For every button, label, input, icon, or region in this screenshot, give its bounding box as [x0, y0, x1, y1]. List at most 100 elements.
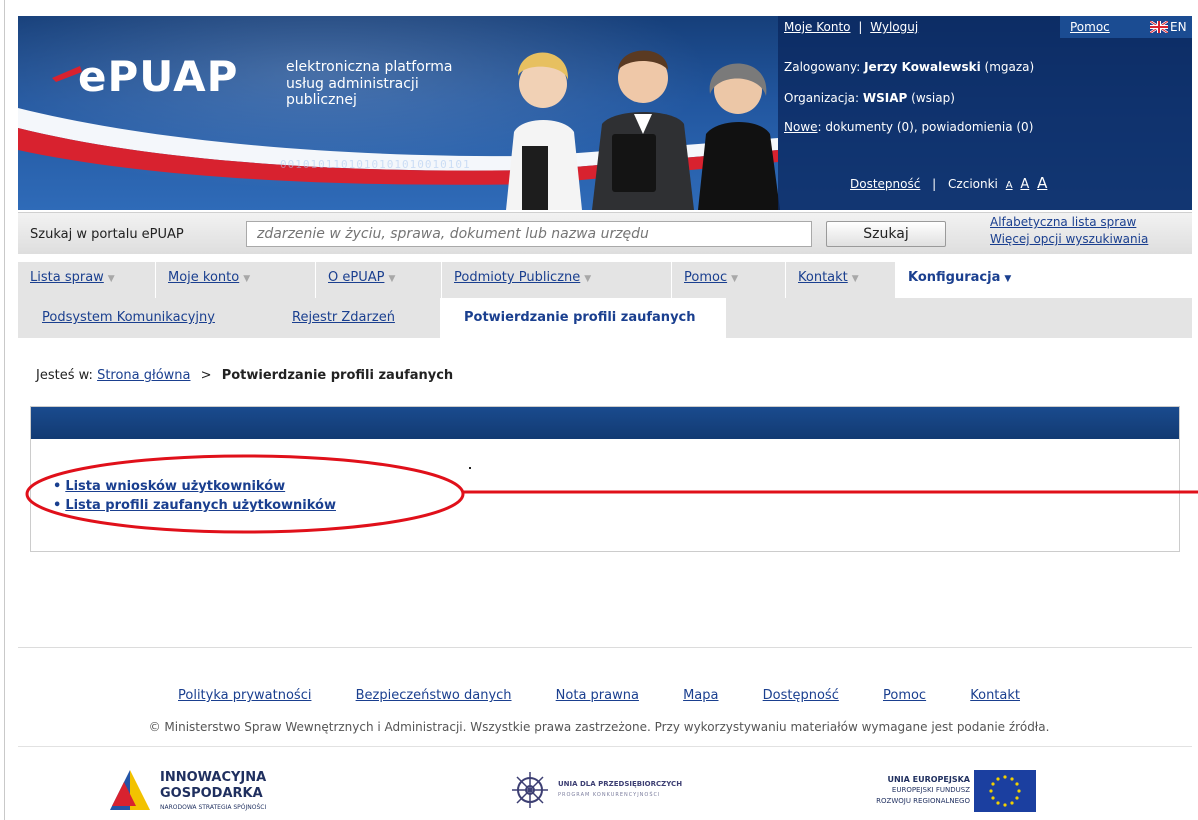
footer-link-security[interactable]: Bezpieczeństwo danych — [356, 688, 512, 703]
panel-link-list: Lista wniosków użytkowników Lista profil… — [53, 477, 336, 515]
menu-label[interactable]: O ePUAP — [328, 270, 384, 285]
udp-logo-line1: UNIA DLA PRZEDSIĘBIORCZYCH — [558, 780, 683, 788]
eu-logo-line2: EUROPEJSKI FUNDUSZ — [891, 786, 970, 794]
org-name: WSIAP — [862, 91, 908, 105]
user-panel: Moje Konto | Wyloguj Pomoc EN Zalogowany… — [778, 16, 1192, 210]
menu-label[interactable]: Lista spraw — [30, 270, 104, 285]
user-login: (mgaza) — [984, 60, 1035, 74]
footer-link-contact[interactable]: Kontakt — [970, 688, 1020, 703]
fonts-label: Czcionki — [948, 177, 998, 191]
search-input[interactable] — [246, 221, 812, 247]
help-link[interactable]: Pomoc — [1070, 20, 1110, 34]
search-button[interactable]: Szukaj — [826, 221, 946, 247]
chevron-down-icon: ▼ — [107, 274, 115, 284]
eu-logo-line3: ROZWOJU REGIONALNEGO — [876, 797, 970, 805]
ig-logo-line2: GOSPODARKA — [160, 786, 263, 801]
user-name: Jerzy Kowalewski — [864, 60, 981, 74]
menu-item-o-epuap[interactable]: O ePUAP ▼ — [316, 262, 442, 298]
ship-wheel-icon — [512, 772, 548, 808]
sub-menu: Podsystem Komunikacyjny Rejestr Zdarzeń … — [18, 298, 1192, 338]
footer-links: Polityka prywatności Bezpieczeństwo dany… — [0, 688, 1198, 703]
menu-item-podmioty-publiczne[interactable]: Podmioty Publiczne ▼ — [442, 262, 672, 298]
breadcrumb-prefix: Jesteś w: — [36, 368, 93, 383]
my-account-link[interactable]: Moje Konto — [784, 20, 851, 34]
menu-label[interactable]: Pomoc — [684, 270, 727, 285]
site-header: 0010101101010101010010101 ePUAP elektron… — [18, 16, 1192, 210]
copyright-text: © Ministerstwo Spraw Wewnętrznych i Admi… — [148, 720, 1050, 734]
notifications-line: Nowe: dokumenty (0), powiadomienia (0) — [784, 120, 1033, 134]
footer-link-accessibility[interactable]: Dostępność — [763, 688, 839, 703]
epuap-logo[interactable]: ePUAP elektroniczna platforma usług admi… — [52, 50, 472, 110]
search-bar: Szukaj w portalu ePUAP Szukaj Alfabetycz… — [18, 212, 1192, 254]
breadcrumb-separator: > — [200, 368, 212, 383]
logout-link[interactable]: Wyloguj — [870, 20, 918, 34]
submenu-item-rejestr-zdarzen[interactable]: Rejestr Zdarzeń — [280, 298, 440, 338]
list-item: Lista wniosków użytkowników — [53, 477, 336, 496]
ig-emblem-icon — [110, 770, 150, 810]
search-label: Szukaj w portalu ePUAP — [30, 227, 184, 242]
org-code: (wsiap) — [911, 91, 955, 105]
submenu-label[interactable]: Potwierdzanie profili zaufanych — [464, 310, 696, 325]
org-prefix: Organizacja: — [784, 91, 860, 105]
ig-logo-line3: NARODOWA STRATEGIA SPÓJNOŚCI — [160, 804, 267, 811]
menu-item-kontakt[interactable]: Kontakt ▼ — [786, 262, 896, 298]
menu-label[interactable]: Podmioty Publiczne — [454, 270, 580, 285]
submenu-item-podsystem-komunikacyjny[interactable]: Podsystem Komunikacyjny — [30, 298, 280, 338]
submenu-item-potwierdzanie-profili[interactable]: Potwierdzanie profili zaufanych — [440, 298, 726, 338]
logo-wordmark: ePUAP — [78, 52, 239, 101]
logged-prefix: Zalogowany: — [784, 60, 861, 74]
separator: | — [858, 20, 863, 34]
new-items-link[interactable]: Nowe — [784, 120, 818, 134]
separator: | — [932, 177, 937, 191]
more-search-options-link[interactable]: Więcej opcji wyszukiwania — [990, 231, 1148, 248]
footer-link-map[interactable]: Mapa — [683, 688, 718, 703]
ig-logo-line1: INNOWACYJNA — [160, 770, 267, 785]
stray-dot — [469, 467, 471, 469]
eu-logo-line1: UNIA EUROPEJSKA — [887, 775, 970, 784]
breadcrumb-home-link[interactable]: Strona główna — [97, 368, 190, 383]
innowacyjna-gospodarka-logo: INNOWACYJNA GOSPODARKA NARODOWA STRATEGI… — [106, 766, 296, 816]
font-size-large-button[interactable]: A — [1037, 174, 1047, 192]
eu-stars-icon — [989, 775, 1021, 807]
main-menu: Lista spraw ▼ Moje konto ▼ O ePUAP ▼ Podmio… — [18, 258, 1192, 298]
menu-label[interactable]: Kontakt — [798, 270, 848, 285]
accessibility-link[interactable]: Dostepność — [850, 177, 920, 191]
footer-divider — [18, 746, 1192, 747]
menu-label[interactable]: Konfiguracja — [908, 270, 1000, 285]
submenu-label[interactable]: Podsystem Komunikacyjny — [42, 310, 215, 325]
eu-logo-text: UNIA EUROPEJSKA EUROPEJSKI FUNDUSZ ROZWO… — [876, 774, 970, 807]
menu-label[interactable]: Moje konto — [168, 270, 239, 285]
language-en-label[interactable]: EN — [1170, 20, 1187, 34]
menu-item-moje-konto[interactable]: Moje konto ▼ — [156, 262, 316, 298]
chevron-down-icon: ▼ — [584, 274, 592, 284]
menu-item-konfiguracja[interactable]: Konfiguracja ▼ — [896, 262, 1062, 298]
eu-flag-icon — [974, 770, 1036, 812]
alphabetical-list-link[interactable]: Alfabetyczna lista spraw — [990, 214, 1148, 231]
accessibility-row: Dostepność | Czcionki A A A — [850, 174, 1047, 192]
chevron-down-icon: ▼ — [1004, 274, 1012, 284]
chevron-down-icon: ▼ — [731, 274, 739, 284]
footer-link-privacy[interactable]: Polityka prywatności — [178, 688, 311, 703]
content-panel: Lista wniosków użytkowników Lista profil… — [30, 406, 1180, 552]
footer-link-help[interactable]: Pomoc — [883, 688, 926, 703]
account-links: Moje Konto | Wyloguj — [784, 20, 918, 34]
logo-subtitle-line2: usług administracji publicznej — [286, 76, 419, 108]
submenu-label[interactable]: Rejestr Zdarzeń — [292, 310, 395, 325]
chevron-down-icon: ▼ — [388, 274, 396, 284]
uk-flag-icon[interactable] — [1150, 21, 1168, 33]
trusted-profiles-link[interactable]: Lista profili zaufanych użytkowników — [65, 498, 336, 513]
font-size-medium-button[interactable]: A — [1020, 177, 1029, 192]
udp-logo-line2: PROGRAM KONKURENCYJNOŚCI — [558, 792, 661, 798]
user-requests-link[interactable]: Lista wniosków użytkowników — [65, 479, 285, 494]
menu-item-pomoc[interactable]: Pomoc ▼ — [672, 262, 786, 298]
logged-user-line: Zalogowany: Jerzy Kowalewski (mgaza) — [784, 60, 1034, 74]
chevron-down-icon: ▼ — [851, 274, 859, 284]
panel-header-bar — [31, 407, 1179, 439]
people-photo — [506, 50, 780, 210]
menu-item-lista-spraw[interactable]: Lista spraw ▼ — [18, 262, 156, 298]
organization-line: Organizacja: WSIAP (wsiap) — [784, 91, 955, 105]
new-items-text: : dokumenty (0), powiadomienia (0) — [817, 120, 1034, 134]
binary-decoration: 0010101101010101010010101 — [280, 158, 471, 171]
footer-link-legal[interactable]: Nota prawna — [556, 688, 639, 703]
font-size-small-button[interactable]: A — [1006, 180, 1013, 191]
